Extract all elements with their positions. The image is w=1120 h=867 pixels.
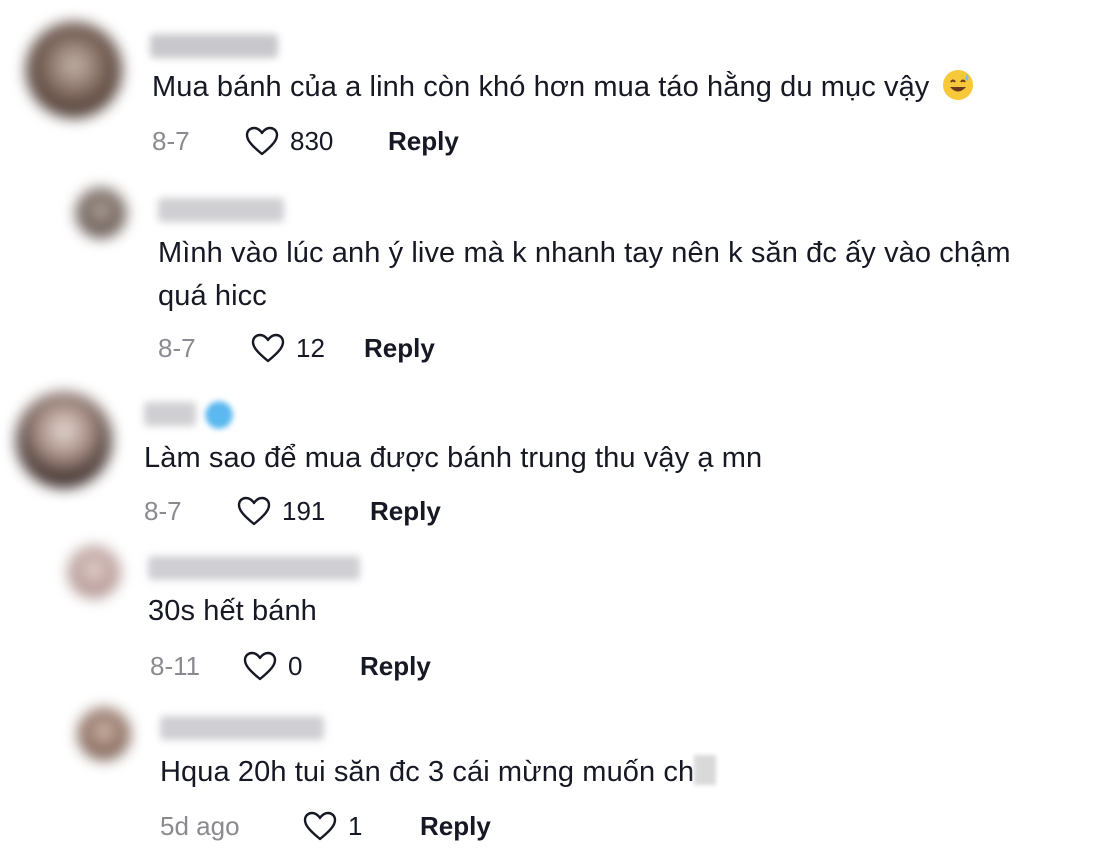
like-count: 12 (296, 332, 325, 363)
avatar[interactable] (26, 22, 122, 118)
username-blurred[interactable] (150, 34, 278, 58)
like-count: 0 (288, 650, 303, 681)
like-button[interactable]: 830 (244, 125, 340, 157)
comment-text-content: Làm sao để mua được bánh trung thu vậy ạ… (144, 442, 763, 474)
comment-meta: 8-7 191 Reply (144, 494, 441, 528)
like-button[interactable]: 0 (242, 650, 312, 682)
username-blurred[interactable] (148, 556, 360, 580)
heart-icon (243, 651, 277, 681)
comment-text-content: 30s hết bánh (148, 595, 317, 627)
comment-date: 5d ago (160, 810, 240, 841)
like-count: 830 (290, 125, 334, 156)
comment-text-line: Mình vào lúc anh ý live mà k nhanh tay n… (158, 237, 1011, 269)
comment-meta: 8-11 0 Reply (150, 649, 431, 683)
comment-text-content: Hqua 20h tui săn đc 3 cái mừng muốn ch (160, 756, 695, 788)
comment-date: 8-7 (158, 332, 196, 363)
avatar[interactable] (68, 546, 120, 598)
like-button[interactable]: 12 (250, 332, 346, 364)
username-blurred[interactable] (144, 402, 196, 426)
username-blurred[interactable] (160, 716, 324, 740)
comment-text-line: quá hicc (158, 280, 267, 312)
reply-button[interactable]: Reply (370, 496, 441, 527)
like-count: 191 (282, 495, 326, 526)
reply-button[interactable]: Reply (364, 333, 435, 364)
comment-meta: 8-7 830 Reply (152, 124, 459, 158)
avatar[interactable] (78, 708, 130, 760)
like-button[interactable]: 191 (236, 495, 332, 527)
heart-icon (303, 811, 337, 841)
comment-date: 8-7 (152, 125, 190, 156)
sweat-smile-emoji-icon (942, 70, 973, 100)
comment-text: Hqua 20h tui săn đc 3 cái mừng muốn ch (160, 751, 717, 794)
comment-text: Làm sao để mua được bánh trung thu vậy ạ… (144, 437, 762, 480)
comment-meta: 5d ago 1 Reply (160, 809, 491, 843)
comment-text: Mua bánh của a linh còn khó hơn mua táo … (152, 66, 974, 109)
comment-date: 8-7 (144, 495, 182, 526)
reply-button[interactable]: Reply (420, 811, 491, 842)
heart-icon (245, 126, 279, 156)
comment-text: Mình vào lúc anh ý live mà k nhanh tay n… (158, 232, 1011, 318)
reply-button[interactable]: Reply (388, 126, 459, 157)
comment-meta: 8-7 12 Reply (158, 331, 435, 365)
comment-text-content: Mua bánh của a linh còn khó hơn mua táo … (152, 71, 930, 103)
heart-icon (237, 496, 271, 526)
blurred-text-fragment (694, 755, 717, 785)
avatar[interactable] (16, 392, 112, 488)
reply-button[interactable]: Reply (360, 651, 431, 682)
avatar[interactable] (76, 188, 126, 238)
heart-icon (251, 333, 285, 363)
verified-badge-icon (205, 401, 233, 429)
comment-date: 8-11 (150, 650, 201, 681)
username-blurred[interactable] (158, 198, 284, 222)
like-button[interactable]: 1 (302, 810, 372, 842)
comment-text: 30s hết bánh (148, 590, 317, 633)
like-count: 1 (348, 810, 363, 841)
